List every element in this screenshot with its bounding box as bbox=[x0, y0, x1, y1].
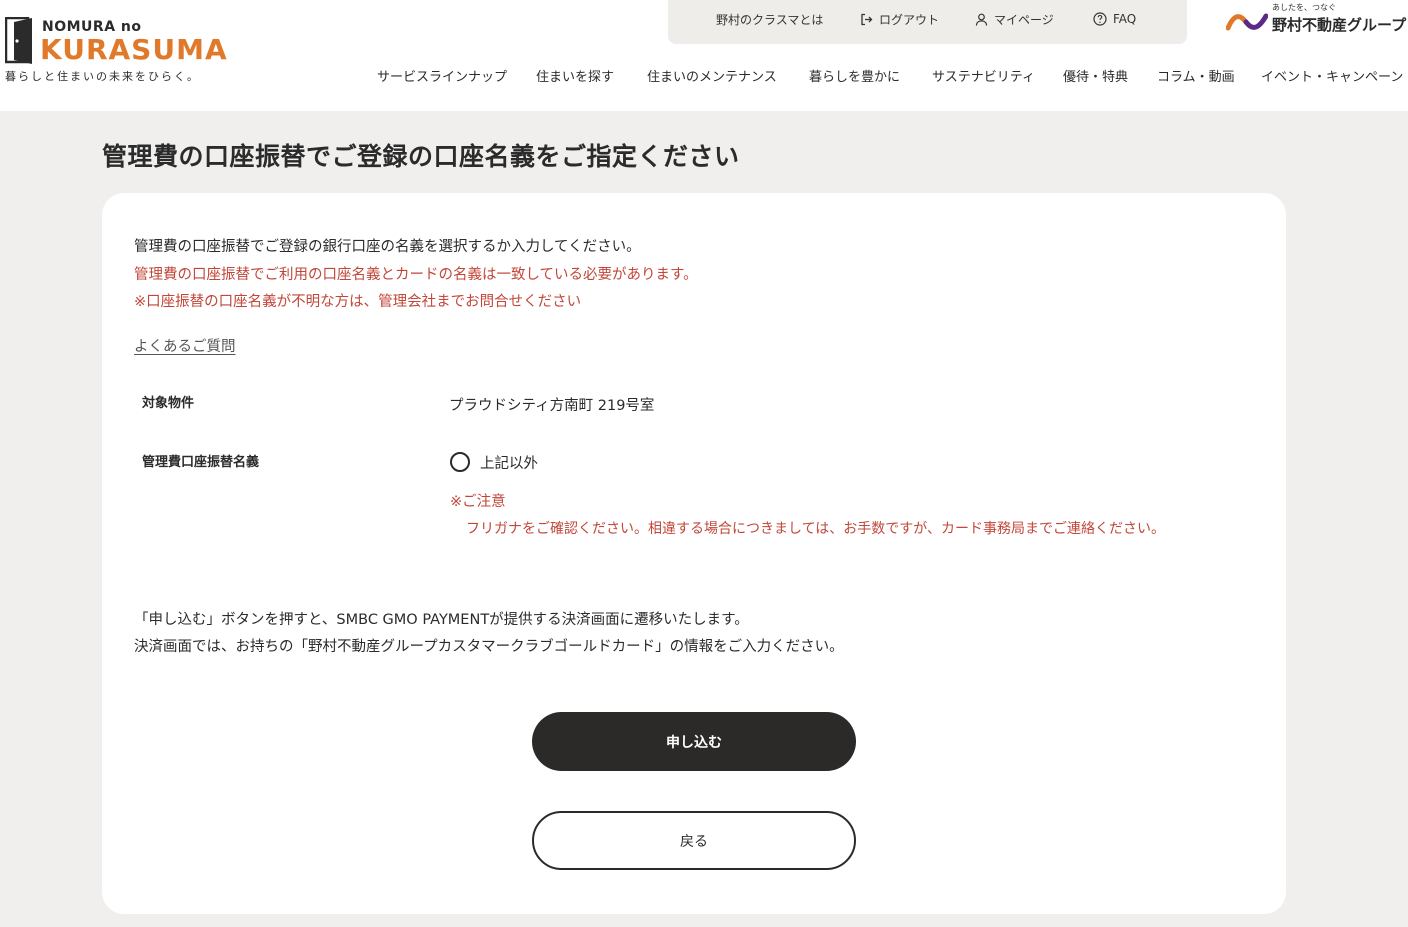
nav-item-events[interactable]: イベント・キャンペーン bbox=[1261, 68, 1403, 88]
nomura-group-brand[interactable]: あしたを、つなぐ 野村不動産グループ bbox=[1226, 2, 1406, 38]
user-icon bbox=[975, 13, 988, 26]
payment-info-line2: 決済画面では、お持ちの「野村不動産グループカスタマークラブゴールドカード」の情報… bbox=[134, 639, 844, 655]
nav-item-sustainability[interactable]: サステナビリティ bbox=[932, 68, 1035, 88]
logout-link[interactable]: ログアウト bbox=[860, 11, 939, 27]
submit-button[interactable]: 申し込む bbox=[532, 712, 856, 771]
logout-label: ログアウト bbox=[879, 12, 940, 27]
property-value: プラウドシティ方南町 219号室 bbox=[449, 398, 655, 414]
nav-item-maintenance[interactable]: 住まいのメンテナンス bbox=[647, 68, 777, 88]
faq-link[interactable]: よくあるご質問 bbox=[134, 335, 236, 356]
back-button[interactable]: 戻る bbox=[532, 811, 856, 870]
intro-note: ※口座振替の口座名義が不明な方は、管理会社までお問合せください bbox=[134, 294, 582, 310]
util-link-about-label: 野村のクラスマとは bbox=[716, 12, 824, 27]
intro-text: 管理費の口座振替でご登録の銀行口座の名義を選択するか入力してください。 bbox=[134, 239, 641, 255]
property-label: 対象物件 bbox=[142, 396, 195, 411]
logout-icon bbox=[861, 13, 873, 25]
door-logo-icon bbox=[5, 17, 32, 64]
payment-info-line1: 「申し込む」ボタンを押すと、SMBC GMO PAYMENTが提供する決済画面に… bbox=[134, 612, 749, 628]
radio-option-label: 上記以外 bbox=[480, 455, 538, 472]
intro-warning: 管理費の口座振替でご利用の口座名義とカードの名義は一致している必要があります。 bbox=[134, 267, 698, 283]
util-link-about[interactable]: 野村のクラスマとは bbox=[716, 11, 823, 27]
mypage-label: マイページ bbox=[994, 12, 1054, 27]
faq-nav-label: FAQ bbox=[1113, 12, 1137, 26]
help-icon bbox=[1093, 12, 1107, 26]
form-card: 管理費の口座振替でご登録の銀行口座の名義を選択するか入力してください。 管理費の… bbox=[102, 193, 1286, 914]
faq-nav-link[interactable]: FAQ bbox=[1093, 11, 1136, 27]
mypage-link[interactable]: マイページ bbox=[975, 11, 1054, 27]
nav-item-benefits[interactable]: 優待・特典 bbox=[1063, 68, 1128, 88]
radio-button[interactable] bbox=[450, 452, 470, 472]
brand-name: 野村不動産グループ bbox=[1272, 16, 1407, 34]
nav-item-column-video[interactable]: コラム・動画 bbox=[1157, 68, 1235, 88]
page-title: 管理費の口座振替でご登録の口座名義をご指定ください bbox=[102, 142, 740, 171]
site-header: NOMURA no KURASUMA 暮らしと住まいの未来をひらく。 野村のクラ… bbox=[0, 0, 1408, 111]
caution-title: ※ご注意 bbox=[450, 494, 506, 510]
radio-option-other[interactable]: 上記以外 bbox=[450, 452, 538, 472]
caution-body: フリガナをご確認ください。相違する場合につきましては、お手数ですが、カード事務局… bbox=[466, 521, 1166, 537]
nomura-group-logo-icon bbox=[1226, 13, 1268, 31]
logo-text-kurasuma: KURASUMA bbox=[40, 33, 228, 66]
nav-item-service-lineup[interactable]: サービスラインナップ bbox=[377, 68, 507, 88]
utility-nav: 野村のクラスマとは ログアウト マイページ FAQ bbox=[668, 0, 1187, 44]
main-nav: サービスラインナップ 住まいを探す 住まいのメンテナンス 暮らしを豊かに サステ… bbox=[0, 68, 1408, 88]
nav-item-find-home[interactable]: 住まいを探す bbox=[536, 68, 614, 88]
brand-tagline: あしたを、つなぐ bbox=[1272, 3, 1336, 12]
account-holder-label: 管理費口座振替名義 bbox=[142, 455, 260, 470]
nav-item-enrich-life[interactable]: 暮らしを豊かに bbox=[809, 68, 900, 88]
